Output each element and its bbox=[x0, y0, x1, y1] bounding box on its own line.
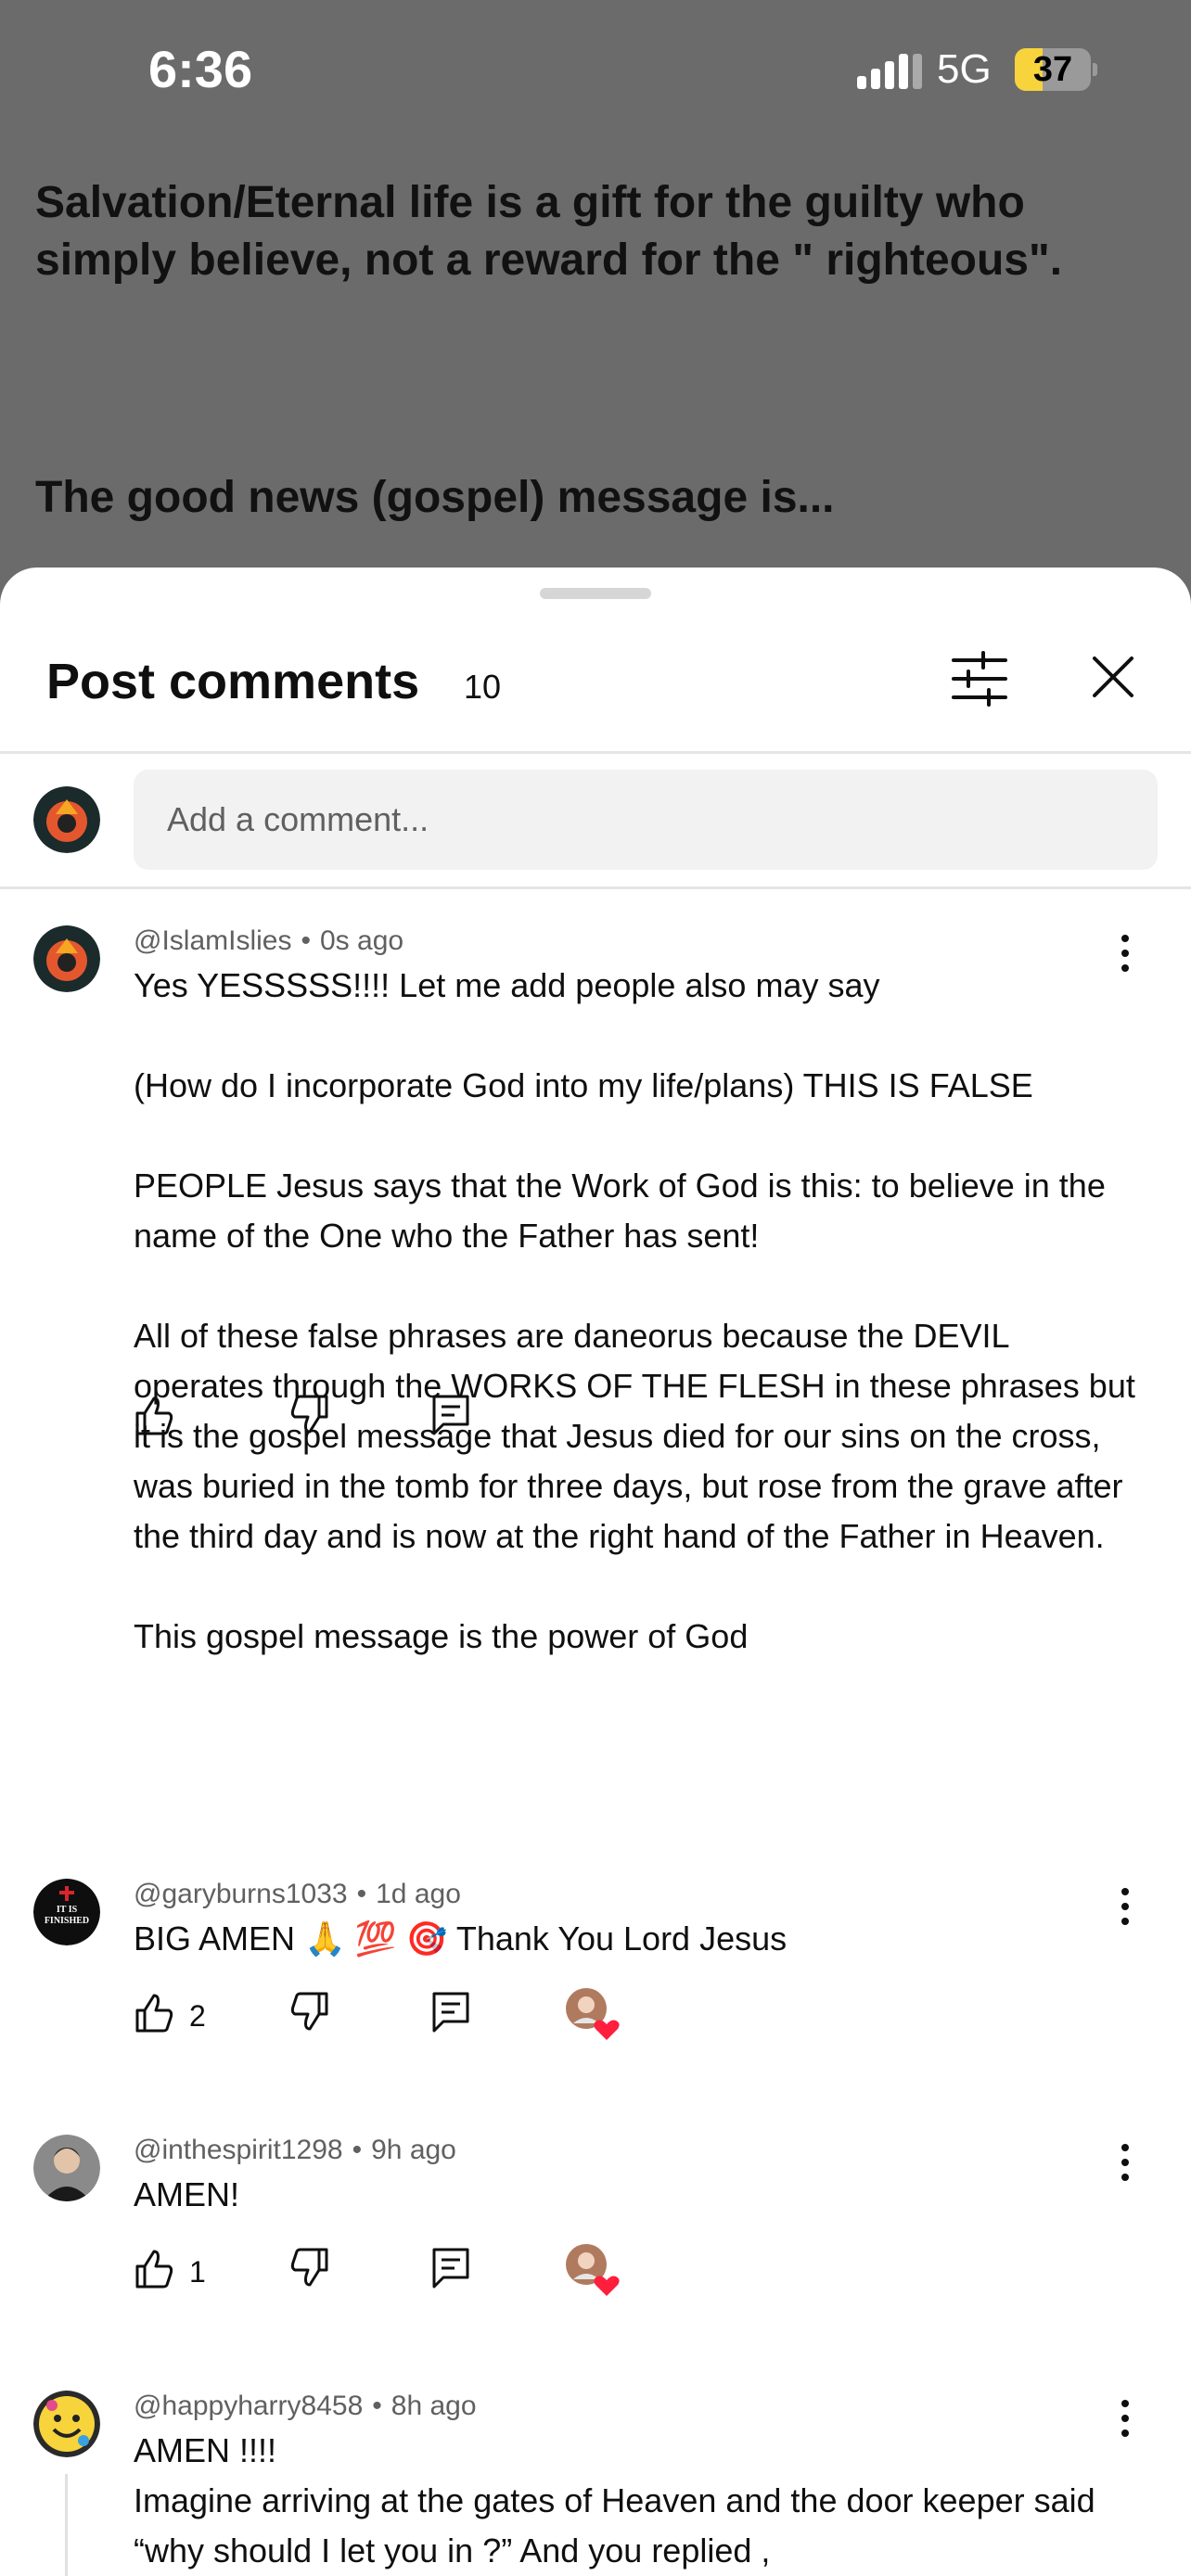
thumbs-down-icon[interactable] bbox=[289, 1990, 330, 2042]
comment-meta: @inthespirit1298 • 9h ago bbox=[134, 2135, 456, 2165]
comment-text: BIG AMEN 🙏 💯 🎯 Thank You Lord Jesus bbox=[134, 1919, 788, 1958]
comment-author[interactable]: @happyharry8458 bbox=[134, 2391, 363, 2421]
current-user-avatar bbox=[33, 786, 100, 853]
add-comment-input[interactable]: Add a comment... bbox=[134, 770, 1158, 870]
network-type: 5G bbox=[937, 46, 992, 92]
svg-text:FINISHED: FINISHED bbox=[45, 1916, 89, 1926]
close-icon[interactable] bbox=[1083, 647, 1143, 707]
comment-actions: 2 bbox=[134, 1988, 783, 2042]
avatar[interactable] bbox=[33, 925, 100, 992]
comment-time: 1d ago bbox=[376, 1879, 461, 1909]
status-time: 6:36 bbox=[148, 40, 253, 98]
sheet-title: Post comments bbox=[46, 654, 420, 709]
thumbs-up-icon[interactable] bbox=[134, 2246, 174, 2298]
thumbs-down-icon[interactable] bbox=[289, 1393, 330, 1445]
comment-actions: 1 bbox=[134, 2244, 783, 2298]
thumbs-down-icon[interactable] bbox=[289, 2246, 330, 2298]
comment-meta: @IslamIslies • 0s ago bbox=[134, 925, 404, 956]
drag-handle[interactable] bbox=[540, 588, 651, 599]
comment-actions bbox=[134, 1393, 783, 1445]
creator-heart-icon bbox=[564, 1986, 623, 2042]
comment-text: Yes YESSSSS!!!! Let me add people also m… bbox=[134, 966, 1135, 1655]
comment-meta: @happyharry8458 • 8h ago bbox=[134, 2391, 477, 2421]
svg-text:IT IS: IT IS bbox=[57, 1905, 78, 1915]
comment-meta: @garyburns1033 • 1d ago bbox=[134, 1879, 461, 1909]
like-count: 2 bbox=[189, 1999, 206, 2033]
comment-count: 10 bbox=[464, 668, 502, 706]
thumbs-up-icon[interactable] bbox=[134, 1393, 174, 1445]
avatar[interactable] bbox=[33, 2391, 100, 2457]
divider bbox=[0, 751, 1191, 754]
like-count: 1 bbox=[189, 2255, 206, 2289]
comment-text: AMEN! bbox=[134, 2175, 240, 2213]
divider bbox=[0, 886, 1191, 889]
reply-icon[interactable] bbox=[430, 1990, 471, 2042]
battery-icon: 37 bbox=[1015, 48, 1097, 91]
comment-time: 0s ago bbox=[320, 925, 404, 956]
reply-icon[interactable] bbox=[430, 1393, 471, 1445]
creator-heart-icon bbox=[564, 2242, 623, 2298]
avatar[interactable]: IT IS FINISHED bbox=[33, 1879, 100, 1945]
filter-sliders-icon[interactable] bbox=[946, 645, 1013, 712]
thread-line bbox=[65, 2474, 68, 2576]
avatar[interactable] bbox=[33, 2135, 100, 2201]
comment-author[interactable]: @IslamIslies bbox=[134, 925, 291, 956]
comment-author[interactable]: @inthespirit1298 bbox=[134, 2135, 343, 2165]
reply-icon[interactable] bbox=[430, 2246, 471, 2298]
signal-icon bbox=[857, 50, 924, 91]
status-bar: 6:36 5G 37 bbox=[0, 0, 1191, 139]
comment-text: AMEN !!!! Imagine arriving at the gates … bbox=[134, 2431, 1095, 2570]
background-post-text: Salvation/Eternal life is a gift for the… bbox=[35, 178, 1063, 285]
comment-time: 9h ago bbox=[371, 2135, 456, 2165]
comments-sheet: Post comments 10 Add a comment... @Islam… bbox=[0, 567, 1191, 2576]
comment-author[interactable]: @garyburns1033 bbox=[134, 1879, 348, 1909]
battery-level: 37 bbox=[1032, 50, 1073, 89]
comment-time: 8h ago bbox=[391, 2391, 477, 2421]
thumbs-up-icon[interactable] bbox=[134, 1990, 174, 2042]
background-post-text-2: The good news (gospel) message is... bbox=[35, 473, 835, 522]
